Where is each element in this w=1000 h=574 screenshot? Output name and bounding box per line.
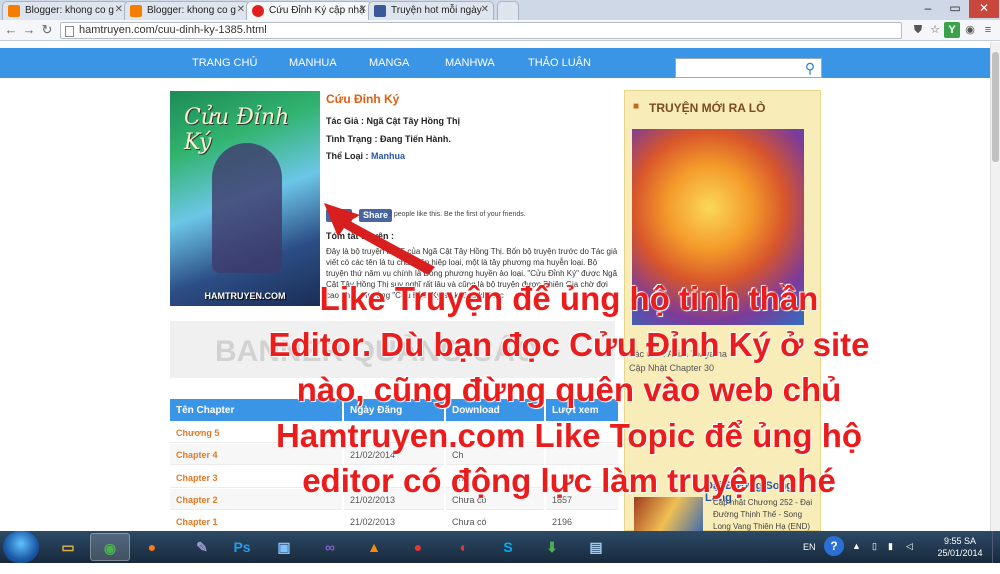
facebook-icon [374, 5, 386, 17]
close-icon[interactable]: ✕ [115, 4, 123, 15]
scroll-thumb[interactable] [992, 52, 999, 162]
search-input[interactable]: ⚲ [675, 58, 822, 78]
tab-blogger-1[interactable]: Blogger: khong co g ✕ [2, 1, 128, 20]
nav-thao-luan[interactable]: THẢO LUẬN [528, 57, 591, 69]
red-arrow-icon [324, 203, 435, 275]
author-row: Tác Giả : Ngã Cật Tây Hồng Thị [326, 116, 460, 126]
windows-taskbar: ▭ ◉ ● ✎ Ps ▣ ∞ ▲ ● ◐ S ⬇ ▤ EN ? ▲ ▯ ▮ ◁ … [0, 531, 1000, 563]
manga-cover[interactable]: Cửu Đỉnh Ký HAMTRUYEN.COM [170, 91, 320, 306]
bullet-icon: ■ [633, 101, 640, 112]
forward-icon[interactable]: → [21, 22, 37, 38]
overlay-message: Like Truyện để ủng hộ tinh thần Editor. … [258, 276, 880, 504]
cover-title: Cửu Đỉnh Ký [184, 105, 290, 155]
tab-label: Cứu Đỉnh Ký cập nhậ [269, 5, 365, 16]
browser-tab-strip: Blogger: khong co g ✕ Blogger: khong co … [0, 0, 1000, 20]
minimize-icon[interactable]: – [915, 0, 941, 18]
address-bar[interactable]: hamtruyen.com/cuu-dinh-ky-1385.html [60, 22, 902, 39]
show-desktop-button[interactable] [992, 531, 1000, 563]
overlay-line: Hamtruyen.com Like Topic để ủng hộ [275, 416, 863, 454]
sidebar-heading: ■ TRUYỆN MỚI RA LÒ [633, 101, 766, 115]
tab-blogger-2[interactable]: Blogger: khong co g ✕ [124, 1, 250, 20]
close-icon[interactable]: ✕ [359, 4, 367, 15]
tab-cuu-dinh-ky[interactable]: Cứu Đỉnh Ký cập nhậ ✕ [246, 1, 372, 20]
page-icon [65, 26, 74, 37]
cover-figure [212, 143, 282, 273]
extension-circle-icon[interactable]: ◉ [962, 22, 978, 38]
hamtruyen-icon [252, 5, 264, 17]
menu-icon[interactable]: ≡ [980, 22, 996, 38]
blogger-icon [130, 5, 142, 17]
search-icon[interactable]: ⚲ [802, 60, 818, 76]
tab-label: Blogger: khong co g [147, 5, 236, 16]
chrome-icon[interactable]: ◉ [90, 533, 130, 561]
volume-icon[interactable]: ◁ [906, 541, 913, 573]
help-icon[interactable]: ? [824, 536, 844, 556]
sidebar-heading-text: TRUYỆN MỚI RA LÒ [649, 101, 766, 115]
site-nav: TRANG CHỦ MANHUA MANGA MANHWA THẢO LUẬN … [0, 48, 990, 78]
reload-icon[interactable]: ↻ [39, 22, 55, 38]
download-manager-icon[interactable]: ⬇ [532, 533, 572, 561]
nav-manhua[interactable]: MANHUA [289, 57, 337, 69]
maximize-icon[interactable]: ▭ [942, 0, 968, 18]
author-label: Tác Giả : [326, 116, 365, 126]
genre-link[interactable]: Manhua [371, 151, 405, 161]
tab-truyen-hot[interactable]: Truyện hot mỗi ngày ✕ [368, 1, 494, 20]
chapter-download: Chưa có [446, 511, 544, 531]
skype-icon[interactable]: S [488, 533, 528, 561]
clock-time: 9:55 SA [943, 536, 977, 546]
clock[interactable]: 9:55 SA 25/01/2014 [930, 535, 990, 559]
nav-trang-chu[interactable]: TRANG CHỦ [192, 57, 257, 69]
web-page: TRANG CHỦ MANHUA MANGA MANHWA THẢO LUẬN … [0, 42, 990, 531]
overlay-line: editor có động lực làm truyện nhé [302, 462, 836, 499]
network-icon[interactable]: ▮ [888, 541, 893, 573]
arrow-shape [324, 203, 435, 275]
nav-manga[interactable]: MANGA [369, 57, 409, 69]
vlc-icon[interactable]: ▲ [354, 533, 394, 561]
shield-icon[interactable]: ⛊ [910, 22, 926, 38]
photoshop-icon[interactable]: Ps [222, 533, 262, 561]
status-label: Tình Trạng : [326, 134, 378, 144]
clock-date: 25/01/2014 [937, 548, 983, 558]
close-window-icon[interactable]: ✕ [969, 0, 999, 18]
media-2-icon[interactable]: ◐ [444, 533, 484, 561]
manga-info: Cứu Đỉnh Ký Tác Giả : Ngã Cật Tây Hồng T… [326, 92, 622, 300]
back-icon[interactable]: ← [3, 22, 19, 38]
media-icon[interactable]: ● [398, 533, 438, 561]
overlay-line: Editor. Dù bạn đọc Cửu Đỉnh Ký ở site [268, 325, 870, 363]
genre-row: Thể Loại : Manhua [326, 151, 405, 161]
chapter-date: 21/02/2013 [344, 511, 444, 531]
close-icon[interactable]: ✕ [237, 4, 245, 15]
start-button[interactable] [3, 531, 39, 563]
browser-toolbar: ← → ↻ hamtruyen.com/cuu-dinh-ky-1385.htm… [0, 20, 1000, 41]
page-scrollbar[interactable] [990, 42, 1000, 531]
manga-title[interactable]: Cứu Đỉnh Ký [326, 92, 622, 106]
tab-label: Truyện hot mỗi ngày [391, 5, 482, 16]
close-icon[interactable]: ✕ [481, 4, 489, 15]
battery-icon[interactable]: ▯ [872, 541, 877, 573]
url-text: hamtruyen.com/cuu-dinh-ky-1385.html [79, 24, 267, 36]
overlay-line: nào, cũng đừng quên vào web chủ [296, 371, 842, 408]
tool-icon[interactable]: ✎ [182, 533, 222, 561]
explorer-icon[interactable]: ▭ [48, 533, 88, 561]
tab-label: Blogger: khong co g [25, 5, 114, 16]
blogger-icon [8, 5, 20, 17]
status-row: Tình Trạng : Đang Tiến Hành. [326, 134, 451, 144]
new-tab-button[interactable] [497, 1, 519, 20]
nav-manhwa[interactable]: MANHWA [445, 57, 495, 69]
chapter-views: 2196 [546, 511, 618, 531]
language-indicator[interactable]: EN [803, 542, 816, 574]
overlay-line: Like Truyện để ủng hộ tinh thần [319, 280, 819, 317]
status-value: Đang Tiến Hành. [380, 134, 451, 144]
author-value: Ngã Cật Tây Hồng Thị [366, 116, 461, 126]
genre-label: Thể Loại : [326, 151, 369, 161]
tray-arrow-icon[interactable]: ▲ [852, 541, 861, 573]
visual-studio-icon[interactable]: ∞ [310, 533, 350, 561]
star-icon[interactable]: ☆ [927, 22, 943, 38]
extension-icon[interactable]: Y [944, 22, 960, 38]
app-icon[interactable]: ▣ [264, 533, 304, 561]
chapter-link[interactable]: Chapter 1 [170, 511, 342, 531]
remote-desktop-icon[interactable]: ▤ [576, 533, 616, 561]
firefox-icon[interactable]: ● [132, 533, 172, 561]
